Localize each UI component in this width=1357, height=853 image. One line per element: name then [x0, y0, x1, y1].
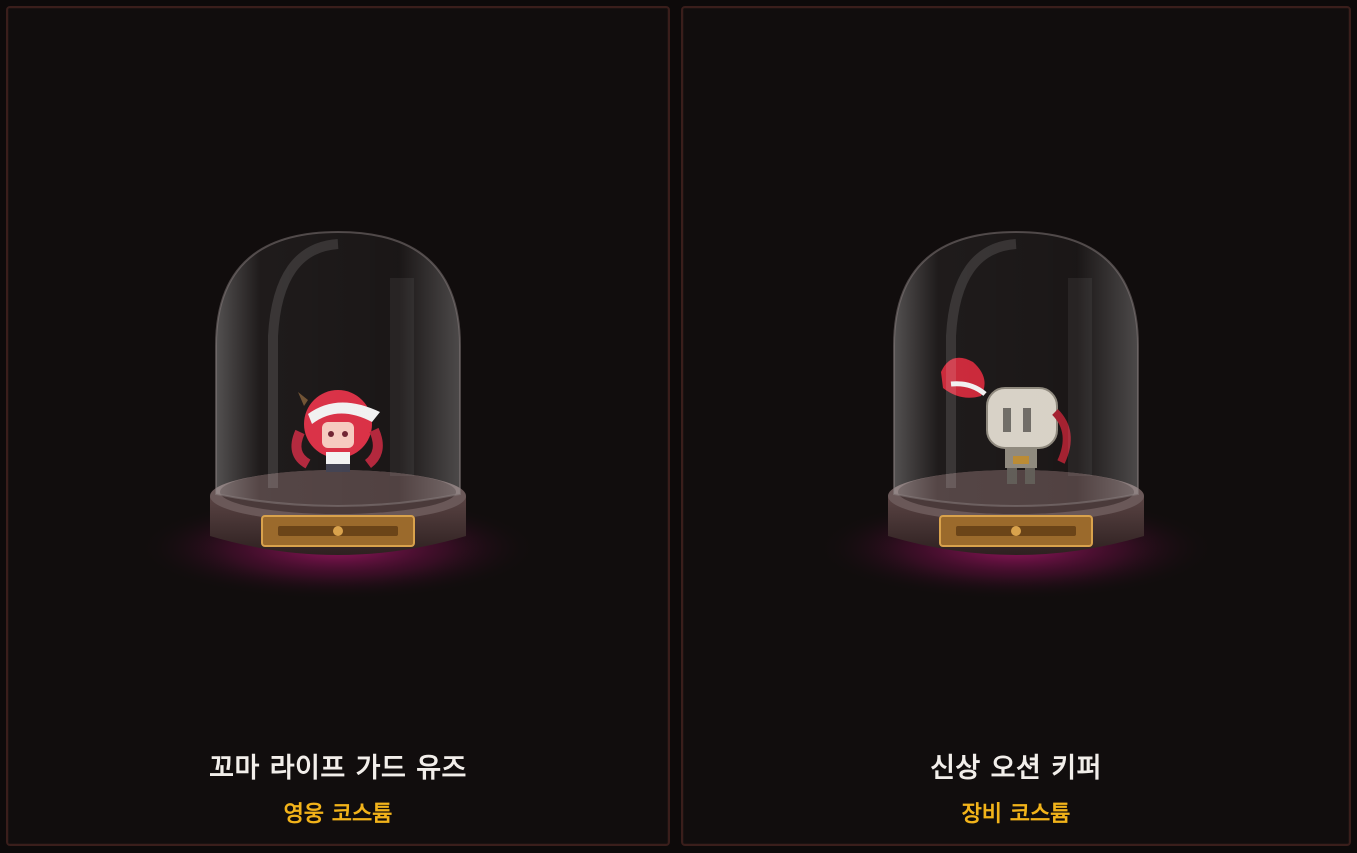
costume-name: 신상 오션 키퍼 [930, 753, 1102, 784]
costume-name: 꼬마 라이프 가드 유즈 [209, 753, 467, 784]
costume-card-equipment[interactable]: 신상 오션 키퍼 장비 코스튬 [681, 6, 1351, 846]
glass-dome-icon [138, 230, 538, 600]
costume-showcase: 꼬마 라이프 가드 유즈 영웅 코스튬 신상 오션 키퍼 장비 코스튬 [0, 0, 1357, 853]
glass-dome-icon [816, 230, 1216, 600]
costume-category: 영웅 코스튬 [283, 802, 393, 827]
glass-dome-display [806, 226, 1226, 626]
costume-category: 장비 코스튬 [961, 802, 1071, 827]
costume-card-hero[interactable]: 꼬마 라이프 가드 유즈 영웅 코스튬 [6, 6, 670, 846]
glass-dome-display [128, 226, 548, 626]
